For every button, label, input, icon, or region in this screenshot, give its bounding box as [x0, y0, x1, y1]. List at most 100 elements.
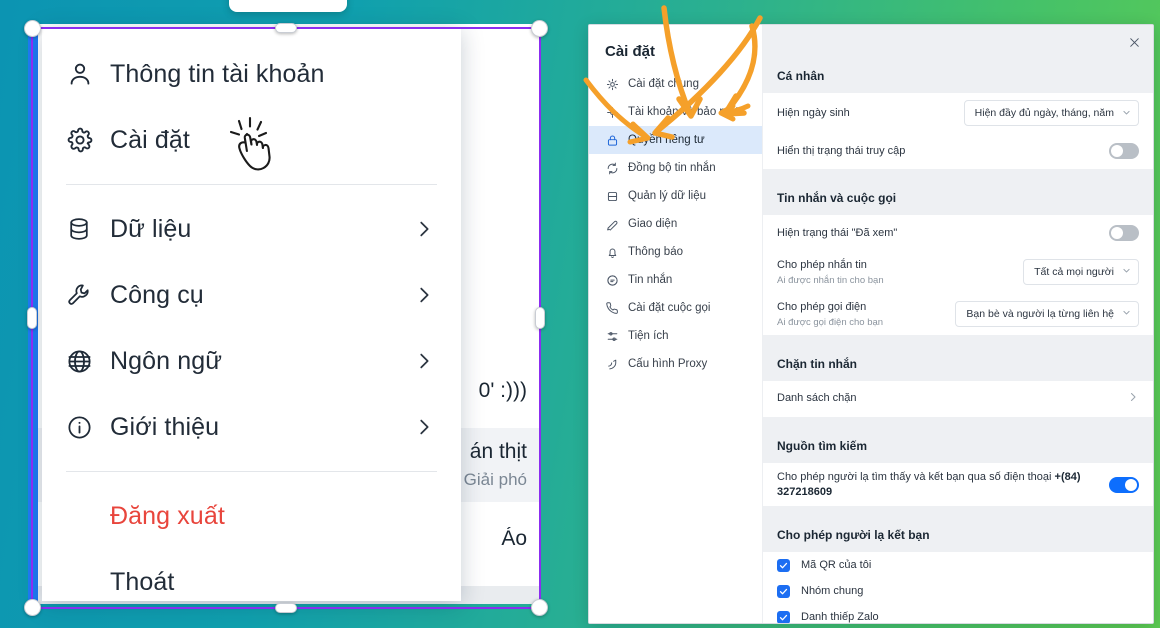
- sidebar-item-label: Cài đặt cuộc gọi: [628, 302, 711, 314]
- row-block-list[interactable]: Danh sách chặn: [763, 381, 1153, 417]
- allow-messages-select[interactable]: Tất cả mọi người: [1023, 258, 1139, 285]
- section-title: Cho phép người lạ kết bạn: [777, 528, 930, 543]
- sidebar-item-label: Giao diện: [628, 218, 678, 230]
- menu-item-label: Ngôn ngữ: [110, 346, 223, 375]
- section-title: Nguồn tìm kiếm: [777, 438, 868, 453]
- menu-item-about[interactable]: Giới thiệu: [42, 394, 461, 460]
- menu-item-language[interactable]: Ngôn ngữ: [42, 328, 461, 394]
- select-value: Bạn bè và người lạ từng liên hệ: [966, 307, 1114, 320]
- chat-icon: [605, 274, 620, 287]
- sidebar-item-notifications[interactable]: Thông báo: [589, 238, 762, 266]
- menu-item-logout[interactable]: Đăng xuất: [42, 483, 461, 549]
- row-label: Hiện trạng thái "Đã xem": [777, 226, 898, 239]
- sidebar-item-account-security[interactable]: Tài khoản và bảo mật: [589, 98, 762, 126]
- row-label: Danh sách chặn: [777, 392, 857, 405]
- user-icon: [66, 60, 110, 88]
- bell-icon: [605, 246, 620, 259]
- sidebar-item-proxy[interactable]: Cấu hình Proxy: [589, 350, 762, 378]
- sidebar-item-message-sync[interactable]: Đồng bộ tin nhắn: [589, 154, 762, 182]
- database-icon: [605, 190, 620, 203]
- chevron-down-icon: [1122, 308, 1131, 319]
- proxy-icon: [605, 358, 620, 371]
- sidebar-item-call-settings[interactable]: Cài đặt cuộc gọi: [589, 294, 762, 322]
- menu-item-label: Giới thiệu: [110, 412, 220, 441]
- sidebar-item-appearance[interactable]: Giao diện: [589, 210, 762, 238]
- select-value: Hiện đầy đủ ngày, tháng, năm: [974, 107, 1114, 119]
- sync-icon: [605, 162, 620, 175]
- database-icon: [66, 216, 110, 242]
- sidebar-item-label: Đồng bộ tin nhắn: [628, 162, 716, 174]
- shield-user-icon: [605, 106, 620, 119]
- row-label: Danh thiếp Zalo: [801, 610, 879, 623]
- chevron-down-icon: [1122, 108, 1131, 119]
- row-label: Nhóm chung: [801, 584, 864, 597]
- section-card: Cho phép người lạ tìm thấy và kết bạn qu…: [763, 462, 1153, 507]
- seen-status-toggle[interactable]: [1109, 225, 1139, 241]
- row-label: Hiện ngày sinh: [777, 106, 850, 119]
- sidebar-item-privacy[interactable]: Quyền riêng tư: [589, 126, 762, 154]
- sidebar-item-general[interactable]: Cài đặt chung: [589, 70, 762, 98]
- app-left-rail: [28, 24, 38, 604]
- settings-scroll-area[interactable]: Cá nhân Hiện ngày sinh Hiện đầy đủ ngày,…: [763, 25, 1153, 623]
- sidebar-item-label: Cài đặt chung: [628, 78, 699, 90]
- chevron-right-icon: [1127, 391, 1139, 406]
- sidebar-item-label: Thông báo: [628, 246, 683, 258]
- row-sublabel: Ai được nhắn tin cho bạn: [777, 274, 884, 286]
- row-label: Cho phép gọi điện: [777, 300, 867, 313]
- menu-item-account-info[interactable]: Thông tin tài khoản: [42, 41, 461, 107]
- wrench-icon: [66, 282, 110, 308]
- birthday-visibility-select[interactable]: Hiện đầy đủ ngày, tháng, năm: [963, 100, 1139, 126]
- menu-item-label: Cài đặt: [110, 125, 190, 154]
- row-sublabel: Ai được gọi điện cho bạn: [777, 316, 884, 328]
- checkbox-common-group[interactable]: [777, 584, 790, 598]
- row-label: Hiển thị trạng thái truy cập: [777, 144, 906, 157]
- close-icon[interactable]: [1121, 29, 1147, 55]
- menu-item-label: Thoát: [110, 567, 175, 596]
- row-online-status[interactable]: Hiển thị trạng thái truy cập: [763, 133, 1153, 169]
- checkbox-qr-code[interactable]: [777, 558, 790, 572]
- menu-item-label: Dữ liệu: [110, 214, 192, 243]
- checkbox-zalo-card[interactable]: [777, 610, 790, 623]
- menu-item-settings[interactable]: Cài đặt: [42, 107, 461, 173]
- row-qr-code[interactable]: Mã QR của tôi: [763, 552, 1153, 578]
- sidebar-item-messages[interactable]: Tin nhắn: [589, 266, 762, 294]
- gear-icon: [605, 78, 620, 91]
- row-seen-status[interactable]: Hiện trạng thái "Đã xem": [763, 215, 1153, 251]
- sidebar-item-label: Tiện ích: [628, 330, 669, 342]
- row-label: Mã QR của tôi: [801, 558, 872, 571]
- section-card: Hiện ngày sinh Hiện đầy đủ ngày, tháng, …: [763, 93, 1153, 169]
- menu-item-quit[interactable]: Thoát: [42, 549, 461, 615]
- row-label: Cho phép nhắn tin: [777, 259, 867, 271]
- row-zalo-card[interactable]: Danh thiếp Zalo: [763, 604, 1153, 623]
- floating-toolbar[interactable]: [229, 0, 347, 12]
- section-card: Hiện trạng thái "Đã xem" Cho phép nhắn t…: [763, 215, 1153, 335]
- globe-icon: [66, 348, 110, 375]
- info-icon: [66, 414, 110, 441]
- row-allow-messages[interactable]: Cho phép nhắn tin Ai được nhắn tin cho b…: [763, 251, 1153, 293]
- screen: 0' :))) án thịt Giải phó Áo Thông tin tà…: [0, 0, 1160, 628]
- chevron-right-icon: [413, 416, 435, 438]
- row-common-group[interactable]: Nhóm chung: [763, 578, 1153, 604]
- sidebar-item-utilities[interactable]: Tiện ích: [589, 322, 762, 350]
- sliders-icon: [605, 330, 620, 343]
- palette-icon: [605, 218, 620, 231]
- row-find-by-phone[interactable]: Cho phép người lạ tìm thấy và kết bạn qu…: [763, 463, 1153, 507]
- menu-item-data[interactable]: Dữ liệu: [42, 196, 461, 262]
- sidebar-item-label: Cấu hình Proxy: [628, 358, 708, 370]
- select-value: Tất cả mọi người: [1034, 265, 1114, 278]
- sidebar-item-label: Tin nhắn: [628, 274, 673, 286]
- row-birthday-visibility[interactable]: Hiện ngày sinh Hiện đầy đủ ngày, tháng, …: [763, 93, 1153, 133]
- allow-calls-select[interactable]: Bạn bè và người lạ từng liên hệ: [955, 300, 1139, 327]
- menu-item-tools[interactable]: Công cụ: [42, 262, 461, 328]
- sidebar-item-data-management[interactable]: Quản lý dữ liệu: [589, 182, 762, 210]
- find-by-phone-toggle[interactable]: [1109, 476, 1139, 493]
- row-allow-calls[interactable]: Cho phép gọi điện Ai được gọi điện cho b…: [763, 293, 1153, 335]
- sidebar-item-label: Quyền riêng tư: [628, 134, 705, 146]
- online-status-toggle[interactable]: [1109, 143, 1139, 159]
- chevron-right-icon: [413, 350, 435, 372]
- section-title: Cá nhân: [777, 69, 825, 83]
- account-dropdown-menu: Thông tin tài khoản Cài đặt Dữ liệu Công…: [42, 27, 461, 601]
- menu-item-label: Công cụ: [110, 280, 204, 309]
- sidebar-item-label: Quản lý dữ liệu: [628, 190, 707, 202]
- phone-icon: [605, 301, 620, 315]
